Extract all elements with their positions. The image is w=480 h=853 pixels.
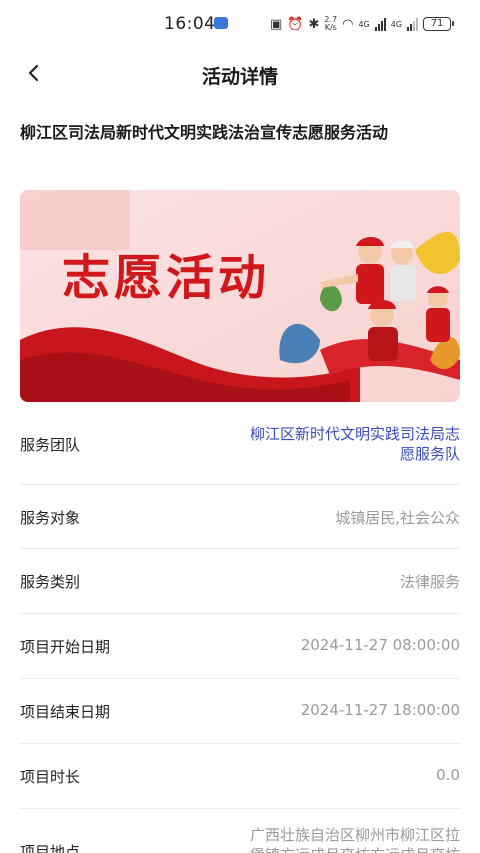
network-label-2: 4G — [390, 19, 403, 29]
nfc-icon: ▣ — [270, 16, 283, 32]
duration-label: 项目时长 — [20, 768, 81, 786]
info-row-team: 服务团队 柳江区新时代文明实践司法局志 愿服务队 — [20, 408, 460, 485]
info-row-end: 项目结束日期 2024-11-27 18:00:00 — [20, 679, 460, 744]
signal-icon-1 — [374, 17, 386, 31]
alarm-icon: ⏰ — [287, 16, 304, 32]
category-value: 法律服务 — [399, 573, 460, 591]
target-label: 服务对象 — [20, 509, 81, 527]
category-label: 服务类别 — [20, 573, 81, 591]
info-row-start: 项目开始日期 2024-11-27 08:00:00 — [20, 614, 460, 679]
team-value[interactable]: 柳江区新时代文明实践司法局志 愿服务队 — [200, 424, 460, 464]
status-icons: ▣ ⏰ ✱ 2.7 K/s ◠ 4G 4G 71 — [270, 14, 455, 34]
app-notification-icon — [214, 17, 228, 29]
activity-banner: 志愿活动 — [20, 190, 460, 402]
start-date-label: 项目开始日期 — [20, 638, 111, 656]
bluetooth-icon: ✱ — [308, 16, 320, 32]
battery-indicator: 71 — [423, 17, 455, 31]
team-label: 服务团队 — [20, 436, 81, 454]
start-date-value: 2024-11-27 08:00:00 — [300, 636, 460, 654]
info-row-duration: 项目时长 0.0 — [20, 744, 460, 809]
location-label: 项目地点 — [20, 843, 81, 853]
duration-value: 0.0 — [436, 766, 460, 784]
team-value-line1: 柳江区新时代文明实践司法局志 — [249, 425, 460, 443]
location-value: 广西壮族自治区柳州市柳江区拉 堡镇方远成月亮坊方远成月亮坊 — [200, 825, 460, 853]
wifi-icon: ◠ — [342, 16, 354, 32]
info-row-category: 服务类别 法律服务 — [20, 549, 460, 614]
end-date-value: 2024-11-27 18:00:00 — [300, 701, 460, 719]
info-list: 服务团队 柳江区新时代文明实践司法局志 愿服务队 服务对象 城镇居民,社会公众 … — [20, 408, 460, 853]
page-title: 活动详情 — [201, 66, 278, 88]
activity-title: 柳江区司法局新时代文明实践法治宣传志愿服务活动 — [20, 123, 389, 142]
end-date-label: 项目结束日期 — [20, 703, 111, 721]
network-speed-unit: K/s — [324, 23, 337, 32]
info-row-target: 服务对象 城镇居民,社会公众 — [20, 485, 460, 549]
status-time: 16:04 — [164, 14, 216, 34]
banner-title: 志愿活动 — [62, 250, 271, 306]
nav-bar: 活动详情 — [0, 52, 480, 96]
target-value: 城镇居民,社会公众 — [335, 509, 460, 527]
network-speed: 2.7 K/s — [324, 16, 337, 32]
status-bar: 16:04 ▣ ⏰ ✱ 2.7 K/s ◠ 4G 4G 71 — [0, 0, 480, 48]
network-label-1: 4G — [358, 19, 370, 29]
location-value-line1: 广西壮族自治区柳州市柳江区拉 — [249, 826, 460, 844]
location-value-line2: 堡镇方远成月亮坊方远成月亮坊 — [200, 845, 460, 853]
info-row-location: 项目地点 广西壮族自治区柳州市柳江区拉 堡镇方远成月亮坊方远成月亮坊 — [20, 809, 460, 853]
team-value-line2: 愿服务队 — [399, 445, 460, 463]
signal-icon-2 — [407, 17, 419, 31]
